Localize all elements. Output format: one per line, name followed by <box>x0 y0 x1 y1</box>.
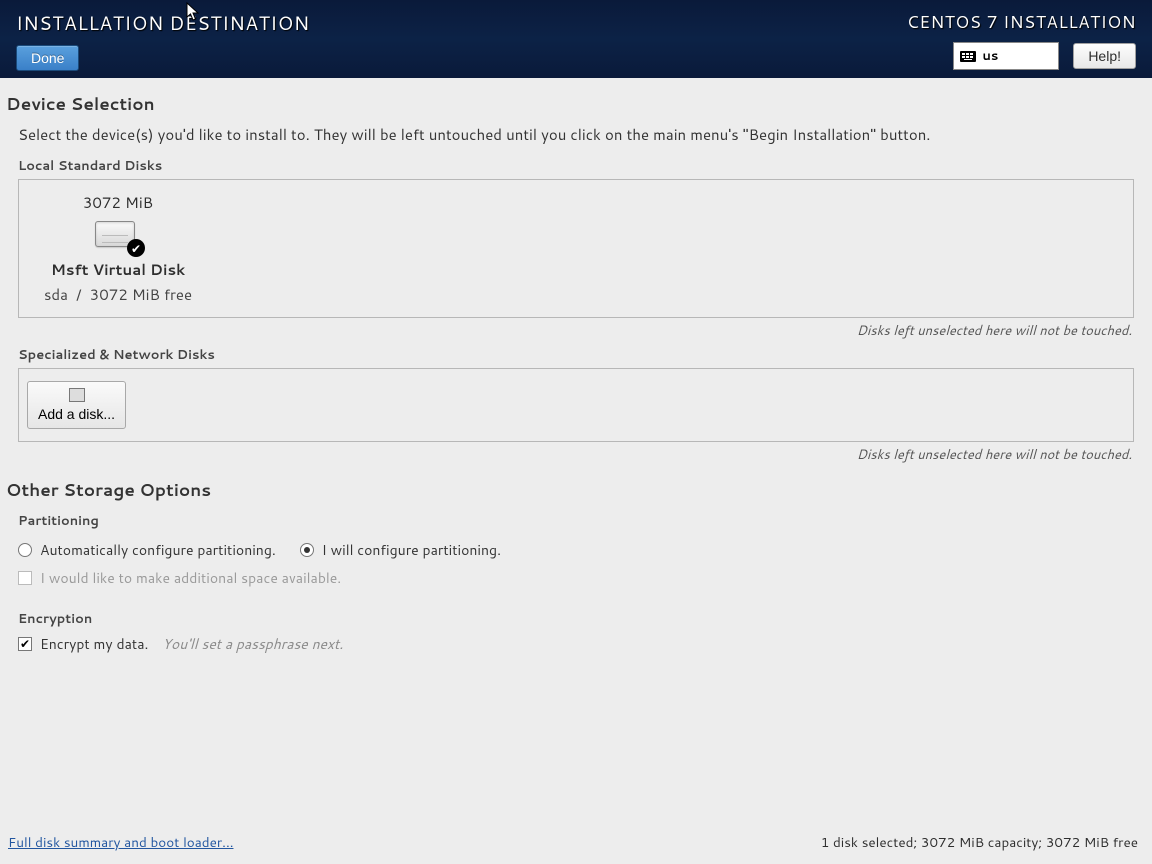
add-disk-button[interactable]: Add a disk... <box>27 381 126 429</box>
encryption-label: Encryption <box>18 604 1146 632</box>
reclaim-space-checkbox: I would like to make additional space av… <box>18 562 341 594</box>
page-title: INSTALLATION DESTINATION <box>16 10 310 37</box>
local-disks-panel: 3072 MiB ✔ Msft Virtual Disk sda / 3072 … <box>18 179 1134 318</box>
header: INSTALLATION DESTINATION Done CENTOS 7 I… <box>0 0 1152 78</box>
radio-icon <box>18 543 32 557</box>
checkbox-icon <box>18 637 32 651</box>
keyboard-layout-selector[interactable]: us <box>953 42 1059 70</box>
product-title: CENTOS 7 INSTALLATION <box>907 10 1136 34</box>
device-selection-title: Device Selection <box>6 92 1146 116</box>
help-button[interactable]: Help! <box>1073 43 1136 69</box>
manual-partition-radio[interactable]: I will configure partitioning. <box>300 540 501 560</box>
footer: Full disk summary and boot loader... 1 d… <box>0 825 1152 864</box>
auto-partition-radio[interactable]: Automatically configure partitioning. <box>18 540 276 560</box>
storage-options-title: Other Storage Options <box>6 478 1146 502</box>
keyboard-layout-label: us <box>982 47 998 65</box>
local-disks-hint: Disks left unselected here will not be t… <box>6 318 1146 340</box>
encrypt-hint: You'll set a passphrase next. <box>162 634 343 654</box>
add-disk-label: Add a disk... <box>38 406 115 422</box>
encrypt-label: Encrypt my data. <box>40 634 148 654</box>
radio-icon <box>300 543 314 557</box>
disk-size: 3072 MiB <box>83 192 153 213</box>
network-disks-label: Specialized & Network Disks <box>6 340 1146 368</box>
hard-disk-icon: ✔ <box>95 219 141 253</box>
checkbox-icon <box>18 571 32 585</box>
auto-partition-label: Automatically configure partitioning. <box>40 540 276 560</box>
reclaim-space-label: I would like to make additional space av… <box>40 568 341 588</box>
local-disks-label: Local Standard Disks <box>6 151 1146 179</box>
done-button[interactable]: Done <box>16 45 79 71</box>
manual-partition-label: I will configure partitioning. <box>322 540 501 560</box>
disk-summary-text: 1 disk selected; 3072 MiB capacity; 3072… <box>821 833 1138 852</box>
device-selection-description: Select the device(s) you'd like to insta… <box>6 120 1146 151</box>
disk-selected-check-icon: ✔ <box>127 239 145 257</box>
disk-item[interactable]: 3072 MiB ✔ Msft Virtual Disk sda / 3072 … <box>33 192 203 305</box>
network-disk-icon <box>69 388 85 402</box>
network-disks-panel: Add a disk... <box>18 368 1134 442</box>
partitioning-label: Partitioning <box>18 506 1146 534</box>
disk-name: Msft Virtual Disk <box>51 259 185 280</box>
disk-summary-link[interactable]: Full disk summary and boot loader... <box>8 833 233 852</box>
keyboard-icon <box>960 51 976 62</box>
disk-free: sda / 3072 MiB free <box>44 284 192 305</box>
encrypt-checkbox[interactable]: Encrypt my data. You'll set a passphrase… <box>18 632 343 656</box>
network-disks-hint: Disks left unselected here will not be t… <box>6 442 1146 464</box>
